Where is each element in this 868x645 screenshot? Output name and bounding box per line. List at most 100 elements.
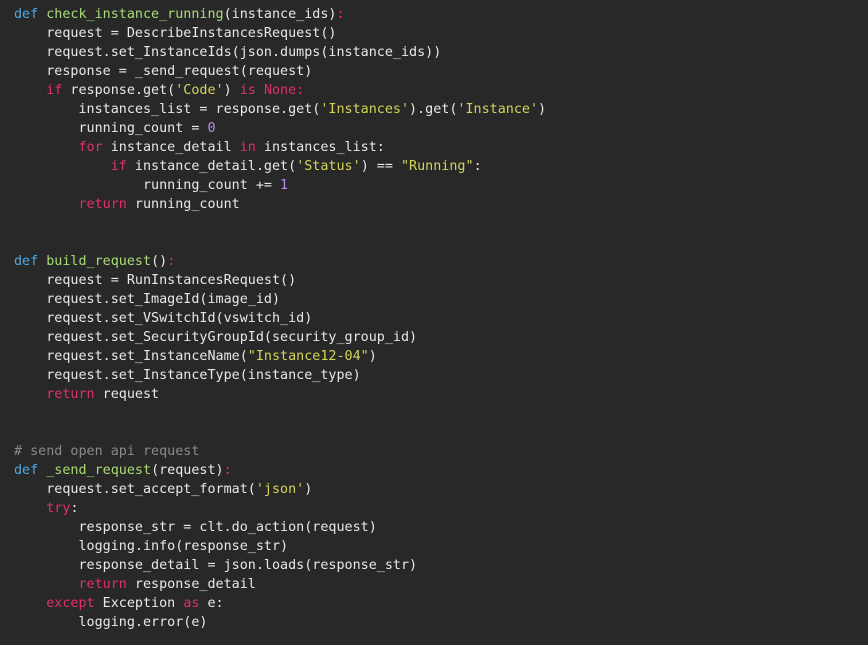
code-line: def build_request(): [14,252,868,271]
control-keyword-token: except [46,596,95,611]
code-text-token: e: [199,596,224,611]
string-token: "Instance12-04" [247,349,369,364]
code-text-token: response.get( [62,83,176,98]
control-keyword-token: try [46,501,71,516]
code-line: request.set_ImageId(image_id) [14,290,868,309]
code-text-token: (request) [151,463,224,478]
code-text-token: request = RunInstancesRequest() [14,273,297,288]
code-text-token: request.set_VSwitchId(vswitch_id) [14,311,313,326]
string-token: 'Instance' [457,102,539,117]
code-line: response = _send_request(request) [14,62,868,81]
control-keyword-token: None [263,83,297,98]
code-text-token: request [94,387,160,402]
control-keyword-token: return [46,387,95,402]
code-line: return request [14,385,868,404]
control-keyword-token: as [183,596,200,611]
code-line: request = DescribeInstancesRequest() [14,24,868,43]
code-line: # send open api request [14,442,868,461]
code-line: instances_list = response.get('Instances… [14,100,868,119]
code-line: request.set_VSwitchId(vswitch_id) [14,309,868,328]
code-line: running_count += 1 [14,176,868,195]
string-token: 'json' [255,482,305,497]
code-text-token: request.set_InstanceName( [14,349,248,364]
code-text-token: response_detail = json.loads(response_st… [14,558,418,573]
code-line: running_count = 0 [14,119,868,138]
code-editor[interactable]: def check_instance_running(instance_ids)… [0,0,868,645]
code-text-token: request = DescribeInstancesRequest() [14,26,337,41]
code-text-token: running_count [126,197,240,212]
control-keyword-token: for [78,140,103,155]
control-keyword-token: : [223,463,232,478]
keyword-token: def [14,254,39,269]
code-text-token: instances_list: [255,140,385,155]
string-token: "Running" [401,159,474,174]
control-keyword-token: return [78,197,127,212]
code-text-token: logging.info(response_str) [14,539,289,554]
code-line: def check_instance_running(instance_ids)… [14,5,868,24]
code-text-token: response_str = clt.do_action(request) [14,520,377,535]
control-keyword-token: return [78,577,127,592]
number-token: 1 [280,178,289,193]
number-token: 0 [207,121,216,136]
function-name-token: check_instance_running [46,7,224,22]
string-token: 'Status' [296,159,361,174]
code-text-token: ).get( [409,102,458,117]
code-text-token: ) [304,482,313,497]
control-keyword-token: : [167,254,176,269]
code-line: return running_count [14,195,868,214]
control-keyword-token: : [336,7,345,22]
code-line: logging.error(e) [14,613,868,632]
string-token: 'Code' [175,83,224,98]
code-line: request.set_InstanceIds(json.dumps(insta… [14,43,868,62]
code-text-token: () [151,254,168,269]
code-line: try: [14,499,868,518]
code-line: except Exception as e: [14,594,868,613]
code-line: response_detail = json.loads(response_st… [14,556,868,575]
code-text-token: instances_list = response.get( [14,102,321,117]
code-text-token: ) [368,349,377,364]
code-line: if instance_detail.get('Status') == "Run… [14,157,868,176]
code-line: logging.info(response_str) [14,537,868,556]
function-name-token: build_request [46,254,152,269]
code-text-token: instance_detail [102,140,240,155]
code-text-token: request.set_InstanceType(instance_type) [14,368,361,383]
code-text-token: request.set_accept_format( [14,482,256,497]
code-text-token: request.set_InstanceIds(json.dumps(insta… [14,45,442,60]
comment-token: # send open api request [14,444,200,459]
string-token: 'Instances' [320,102,410,117]
code-text-token: (instance_ids) [223,7,337,22]
code-text-token: : [473,159,482,174]
code-text-token: ) [538,102,547,117]
code-text-token: request.set_ImageId(image_id) [14,292,281,307]
control-keyword-token: : [296,83,305,98]
keyword-token: def [14,463,39,478]
control-keyword-token: in [239,140,256,155]
code-line: return response_detail [14,575,868,594]
keyword-token: def [14,7,39,22]
code-text-token: logging.error(e) [14,615,208,630]
code-line: if response.get('Code') is None: [14,81,868,100]
code-line: request.set_SecurityGroupId(security_gro… [14,328,868,347]
code-text-token: response = _send_request(request) [14,64,313,79]
code-text-token: Exception [94,596,184,611]
control-keyword-token: if [46,83,63,98]
code-text-token: ) [223,83,240,98]
code-line: request = RunInstancesRequest() [14,271,868,290]
code-text-token: : [70,501,79,516]
code-line: request.set_accept_format('json') [14,480,868,499]
code-text-token: running_count = [14,121,208,136]
code-text-token: ) == [360,159,401,174]
code-line: def _send_request(request): [14,461,868,480]
